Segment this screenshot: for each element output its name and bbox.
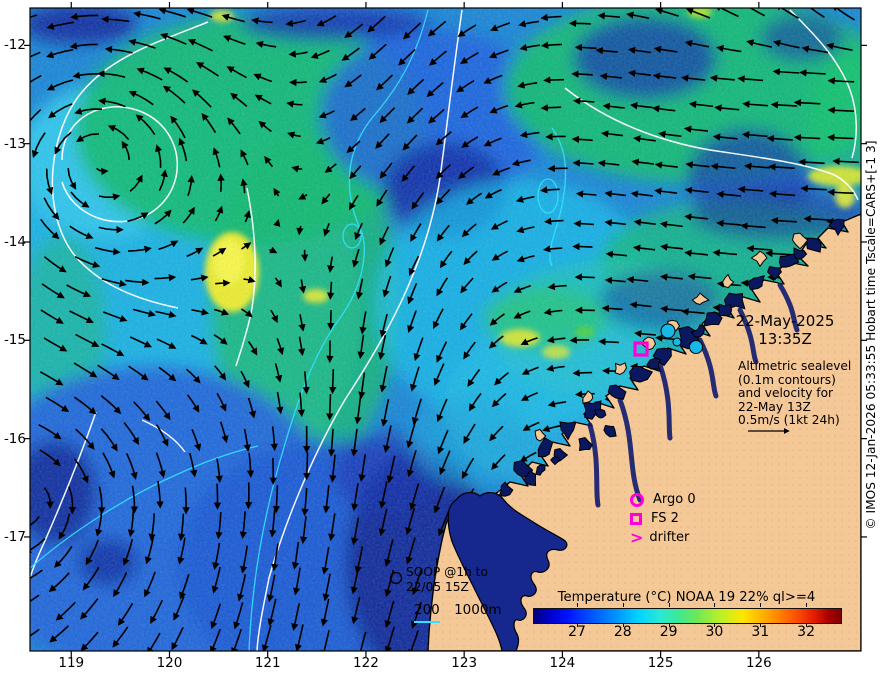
colorbar-tick-mark	[714, 603, 716, 607]
x-tick-label: 125	[647, 655, 674, 671]
velocity-arrow	[568, 19, 591, 28]
legend-row-fs: FS 2	[630, 509, 696, 528]
x-tick-label: 122	[353, 655, 379, 671]
velocity-arrow	[215, 279, 231, 287]
x-tick-label: 119	[58, 655, 85, 671]
x-tick-label: 120	[156, 655, 183, 671]
velocity-arrow	[545, 132, 566, 141]
fs-square-icon	[630, 512, 642, 525]
colorbar-tick-mark	[806, 603, 808, 607]
x-tick-label: 123	[451, 655, 478, 671]
velocity-arrow	[572, 242, 593, 251]
velocity-arrow	[574, 43, 597, 52]
velocity-arrow	[598, 338, 619, 346]
depth-1000-label: 1000m	[454, 602, 502, 618]
velocity-arrow	[182, 487, 190, 515]
velocity-arrow	[574, 273, 595, 281]
y-tick-label: -16	[3, 430, 26, 447]
date-block: 22-May-2025 13:35Z	[733, 312, 837, 348]
note-line: and velocity for	[738, 386, 834, 401]
depth-200-label: 200	[414, 602, 440, 623]
altimetry-note: Altimetric sealevel (0.1m contours) and …	[738, 359, 852, 428]
fs-label: FS 2	[651, 511, 679, 526]
legend-row-drifter: > drifter	[630, 528, 696, 547]
colorbar-tick-mark	[622, 603, 624, 607]
velocity-arrow	[213, 483, 222, 510]
velocity-arrow	[289, 78, 307, 87]
soop-note: SOOP @1h to 22/05 15Z	[406, 565, 488, 594]
colorbar-tick-mark	[576, 603, 578, 607]
colorbar-title: Temperature (°C) NOAA 19 22% ql>=4	[557, 590, 816, 605]
colorbar-tick-mark	[806, 623, 808, 627]
velocity-arrow	[327, 309, 335, 331]
soop-line2: 22/05 15Z	[406, 579, 469, 594]
note-line: 22-May 13Z	[738, 399, 811, 414]
velocity-arrow	[244, 482, 253, 510]
velocity-arrow	[543, 76, 565, 84]
velocity-arrow	[571, 70, 593, 78]
colorbar-tick-mark	[668, 603, 670, 607]
sst-velocity-figure: 22-May-2025 13:35Z Altimetric sealevel (…	[0, 0, 880, 680]
note-line: (0.1m contours)	[738, 372, 836, 387]
velocity-arrow	[569, 336, 590, 344]
note-line: 0.5m/s (1kt 24h)	[738, 413, 840, 428]
colorbar-tick-mark	[760, 623, 762, 627]
velocity-arrow	[540, 104, 562, 112]
x-tick-label: 124	[549, 655, 576, 671]
velocity-arrow	[329, 369, 337, 395]
depth-contour-legend: 200 1000m	[414, 602, 502, 623]
map-time: 13:35Z	[758, 330, 812, 348]
velocity-arrow	[303, 452, 311, 481]
colorbar-tick-mark	[668, 623, 670, 627]
velocity-arrow	[326, 393, 334, 421]
map-date: 22-May-2025	[735, 312, 835, 330]
velocity-arrow	[573, 219, 594, 228]
platform-legend: Argo 0 FS 2 > drifter	[630, 490, 696, 547]
drifter-chevron-icon: >	[630, 527, 644, 547]
colorbar-tick-mark	[622, 623, 624, 627]
islet	[718, 303, 733, 317]
colorbar	[533, 608, 842, 624]
y-tick-label: -14	[3, 233, 26, 250]
velocity-arrow	[572, 369, 593, 377]
y-tick-label: -17	[3, 528, 26, 545]
note-line: Altimetric sealevel	[738, 359, 852, 373]
drifter-label: drifter	[649, 530, 690, 545]
argo-label: Argo 0	[653, 492, 696, 507]
y-tick-label: -12	[3, 37, 26, 54]
y-tick-label: -15	[3, 332, 26, 349]
argo-circle-icon	[630, 492, 644, 507]
legend-row-argo: Argo 0	[630, 490, 696, 509]
x-tick-label: 126	[745, 655, 772, 671]
copyright-text: © IMOS 12-Jan-2026 05:33:55 Hobart time …	[864, 140, 878, 530]
y-tick-label: -13	[3, 135, 26, 152]
colorbar-tick-mark	[714, 623, 716, 627]
soop-line1: SOOP @1h to	[406, 565, 488, 579]
x-tick-label: 121	[254, 655, 281, 671]
colorbar-tick-mark	[760, 603, 762, 607]
colorbar-tick-mark	[576, 623, 578, 627]
